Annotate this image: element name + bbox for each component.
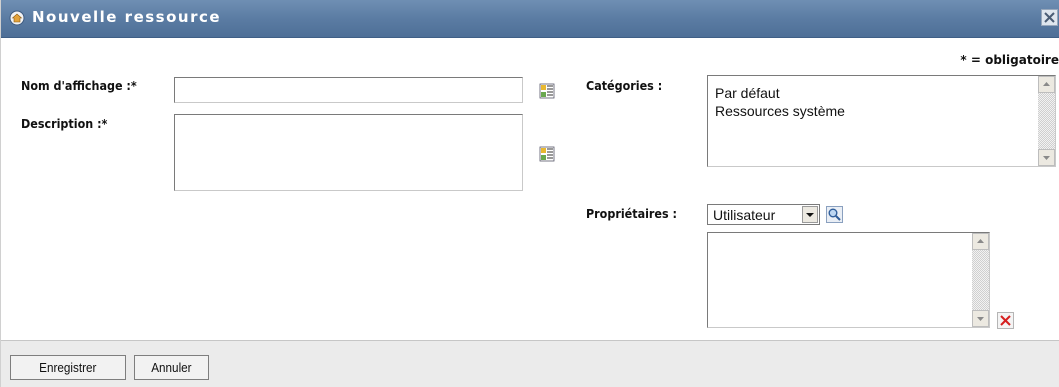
owners-label: Propriétaires : [586, 207, 677, 221]
cancel-button-label: Annuler [151, 360, 192, 375]
close-button[interactable] [1041, 9, 1058, 26]
list-item[interactable]: Par défaut [715, 85, 780, 101]
cancel-button[interactable]: Annuler [134, 355, 209, 380]
description-label: Description :* [21, 117, 108, 131]
dialog-footer: Enregistrer Annuler [1, 340, 1059, 387]
arrow-down-icon [977, 317, 984, 321]
scroll-down-button[interactable] [1038, 149, 1055, 166]
dropdown-button[interactable] [802, 206, 818, 223]
title-bar[interactable]: Nouvelle ressource [1, 0, 1059, 38]
categories-list[interactable]: Par défaut Ressources système [707, 75, 1056, 167]
arrow-up-icon [1043, 82, 1050, 86]
close-icon [1044, 12, 1055, 23]
delete-icon [1000, 315, 1011, 326]
display-name-label: Nom d'affichage :* [21, 79, 137, 93]
scroll-up-button[interactable] [972, 233, 989, 250]
resource-icon [9, 10, 25, 26]
scrollbar[interactable] [1038, 76, 1055, 166]
dialog-title: Nouvelle ressource [32, 8, 222, 26]
search-icon [828, 208, 841, 221]
required-note: * = obligatoire [960, 53, 1059, 67]
save-button-label: Enregistrer [39, 360, 97, 375]
language-icon[interactable] [539, 83, 555, 99]
delete-owner-button[interactable] [997, 312, 1014, 329]
arrow-down-icon [1043, 156, 1050, 160]
owner-type-value: Utilisateur [713, 207, 776, 223]
list-item[interactable]: Ressources système [715, 103, 845, 119]
new-resource-dialog: Nouvelle ressource * = obligatoire Nom d… [0, 0, 1059, 387]
scrollbar[interactable] [972, 233, 989, 327]
chevron-down-icon [806, 213, 814, 217]
scroll-down-button[interactable] [972, 310, 989, 327]
scroll-up-button[interactable] [1038, 76, 1055, 93]
description-textarea[interactable] [174, 114, 523, 191]
categories-label: Catégories : [586, 79, 663, 93]
display-name-input[interactable] [174, 77, 523, 103]
search-button[interactable] [826, 206, 843, 223]
arrow-up-icon [977, 239, 984, 243]
owners-list[interactable] [707, 232, 990, 328]
owner-type-select[interactable]: Utilisateur [707, 204, 820, 225]
language-icon[interactable] [539, 146, 555, 162]
save-button[interactable]: Enregistrer [10, 355, 126, 380]
